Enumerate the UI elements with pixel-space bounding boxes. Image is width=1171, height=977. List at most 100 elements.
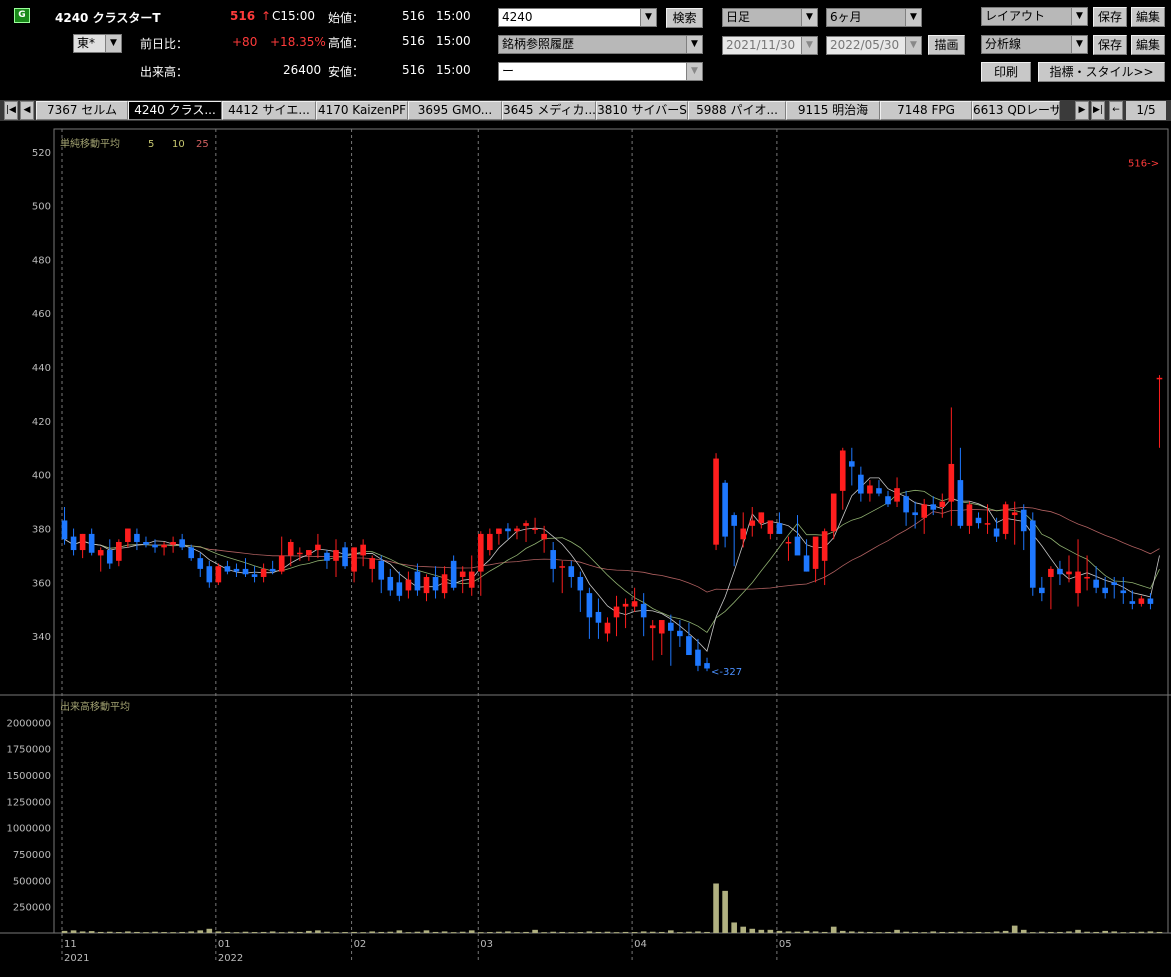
stock-tab[interactable]: 6613 QDレーザ xyxy=(972,101,1060,120)
chevron-down-icon[interactable]: ▼ xyxy=(905,37,921,54)
candle-body xyxy=(197,558,204,569)
candle xyxy=(858,466,864,502)
analysis-select[interactable]: 分析線 ▼ xyxy=(981,35,1088,54)
volume-tick-label: 1000000 xyxy=(6,824,51,835)
candle-body xyxy=(903,496,909,513)
volume-bar xyxy=(622,931,629,933)
volume-bar xyxy=(1138,931,1145,933)
candle-body xyxy=(722,482,728,537)
candle-body xyxy=(441,574,448,594)
volume-bar xyxy=(170,932,176,934)
analysis-select-label: 分析線 xyxy=(985,37,1022,51)
candle-body xyxy=(450,560,457,588)
candle-body xyxy=(1057,568,1063,575)
volume-bar xyxy=(876,932,882,934)
end-date-select[interactable]: 2022/05/30 ▼ xyxy=(826,36,922,55)
ma5-line xyxy=(64,477,1160,653)
edit-analysis-button[interactable]: 編集 xyxy=(1131,35,1165,55)
candle-body xyxy=(333,550,339,561)
volume-bar xyxy=(287,931,294,933)
candle-body xyxy=(188,547,195,559)
chevron-down-icon[interactable]: ▼ xyxy=(1071,8,1087,25)
print-button[interactable]: 印刷 xyxy=(981,62,1031,82)
next-tab-icon[interactable]: ▶ xyxy=(1075,101,1089,120)
last-tab-icon[interactable]: ▶| xyxy=(1091,101,1105,120)
candle-body xyxy=(767,520,774,534)
candle-body xyxy=(487,533,493,551)
chevron-down-icon[interactable]: ▼ xyxy=(686,63,702,80)
layout-select[interactable]: レイアウト ▼ xyxy=(981,7,1088,26)
chevron-down-icon[interactable]: ▼ xyxy=(801,37,817,54)
stock-tab[interactable]: 9115 明治海 xyxy=(786,101,880,120)
chevron-down-icon[interactable]: ▼ xyxy=(905,9,921,26)
volume-bar xyxy=(432,931,439,933)
close-time: C15:00 xyxy=(272,9,315,23)
history-select[interactable]: 銘柄参照履歴 ▼ xyxy=(498,35,703,54)
chevron-down-icon[interactable]: ▼ xyxy=(1071,36,1087,53)
high-label: 高値： xyxy=(328,36,365,50)
chevron-down-icon[interactable]: ▼ xyxy=(105,35,121,52)
save-layout-button[interactable]: 保存 xyxy=(1093,7,1127,27)
price-chart[interactable]: 340 360 380 400 420 440 460 480 500 520 250000 5000… xyxy=(0,121,1171,977)
draw-button[interactable]: 描画 xyxy=(928,35,965,55)
candle-body xyxy=(586,593,593,618)
stock-code-input[interactable]: 4240 ▼ xyxy=(498,8,657,27)
back-arrow-icon[interactable]: ← xyxy=(1109,101,1123,120)
candle-body xyxy=(939,501,946,507)
candle-body xyxy=(921,504,928,518)
candle-body xyxy=(233,568,240,572)
stock-tab[interactable]: 4240 クラス... xyxy=(128,101,222,120)
chevron-down-icon[interactable]: ▼ xyxy=(686,36,702,53)
volume-bar xyxy=(613,932,620,934)
candle xyxy=(342,541,348,569)
volume-bar xyxy=(161,932,167,934)
low-price-label: <-327 xyxy=(711,667,742,678)
save-analysis-button[interactable]: 保存 xyxy=(1093,35,1127,55)
start-date-select[interactable]: 2021/11/30 ▼ xyxy=(722,36,818,55)
change-value: +80 xyxy=(232,35,258,49)
volume-bar xyxy=(1066,931,1072,933)
edit-layout-button[interactable]: 編集 xyxy=(1131,7,1165,27)
month-tick-label: 03 xyxy=(480,939,493,950)
volume-bar xyxy=(360,932,366,934)
chevron-down-icon[interactable]: ▼ xyxy=(640,9,656,26)
volume-bar xyxy=(215,931,222,933)
chevron-down-icon[interactable]: ▼ xyxy=(801,9,817,26)
span-select[interactable]: 6ヶ月 ▼ xyxy=(826,8,922,27)
stock-tab[interactable]: 3810 サイバーS xyxy=(596,101,688,120)
stock-tab[interactable]: 3645 メディカ... xyxy=(502,101,596,120)
volume-bar xyxy=(722,890,728,933)
volume-bar xyxy=(1039,931,1045,933)
style-button[interactable]: 指標・スタイル>> xyxy=(1038,62,1165,82)
candle xyxy=(1020,504,1027,551)
interval-select[interactable]: 日足 ▼ xyxy=(722,8,818,27)
third-select[interactable]: ー ▼ xyxy=(498,62,703,81)
stock-tab[interactable]: 7367 セルム xyxy=(36,101,128,120)
change-label: 前日比： xyxy=(140,37,189,51)
volume-bar xyxy=(903,931,909,933)
stock-tab[interactable]: 5988 パイオ... xyxy=(688,101,786,120)
candle xyxy=(740,512,747,548)
volume-bar xyxy=(468,930,475,933)
prev-tab-icon[interactable]: ◀ xyxy=(20,101,34,120)
candle xyxy=(1002,501,1009,540)
candle-body xyxy=(496,528,502,534)
stock-tab[interactable]: 4170 KaizenPF xyxy=(316,101,408,120)
candle-body xyxy=(242,568,249,575)
volume-bar xyxy=(749,928,756,933)
volume-bar xyxy=(930,931,937,933)
candle-body xyxy=(505,528,511,532)
market-select[interactable]: 東* ▼ xyxy=(73,34,122,53)
stock-tab[interactable]: 3695 GMO... xyxy=(408,101,502,120)
candle-body xyxy=(876,488,882,494)
search-button[interactable]: 検索 xyxy=(666,8,703,28)
volume-bar xyxy=(957,931,964,933)
candle xyxy=(414,563,421,596)
candle-body xyxy=(604,622,611,634)
stock-tab[interactable]: 7148 FPG xyxy=(880,101,972,120)
volume-bar xyxy=(966,932,973,934)
candle xyxy=(532,517,538,534)
stock-tab[interactable]: 4412 サイエ... xyxy=(222,101,316,120)
first-tab-icon[interactable]: |◀ xyxy=(4,101,18,120)
candle xyxy=(867,480,873,502)
